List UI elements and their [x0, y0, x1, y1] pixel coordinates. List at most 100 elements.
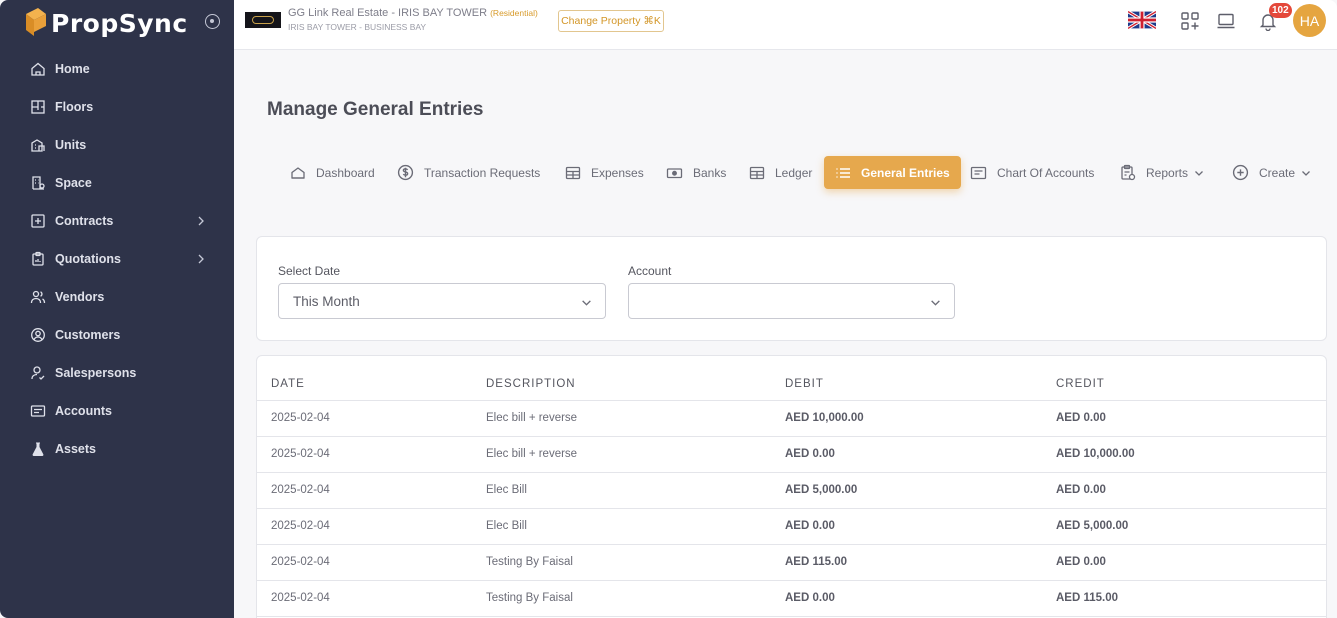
table-row[interactable]: 2025-02-04 Testing By Faisal AED 0.00 AE…: [257, 580, 1326, 617]
column-header-credit[interactable]: CREDIT: [1056, 356, 1326, 401]
sidebar-item-space[interactable]: Space: [0, 164, 234, 202]
tab-label: Dashboard: [316, 165, 375, 180]
tab-label: General Entries: [861, 165, 950, 180]
tab-label: Chart Of Accounts: [997, 165, 1095, 180]
tab-create[interactable]: Create: [1224, 156, 1319, 189]
sidebar-item-home[interactable]: Home: [0, 50, 234, 88]
sidebar-item-label: Accounts: [55, 404, 112, 418]
row-debit: AED 115.00: [785, 544, 1056, 581]
plus-circle-icon: [1232, 164, 1249, 181]
table-icon: [749, 166, 765, 179]
chevron-down-icon: [1302, 170, 1310, 176]
sidebar-item-vendors[interactable]: Vendors: [0, 278, 234, 316]
table-row[interactable]: 2025-02-04 Elec bill + reverse AED 0.00 …: [257, 436, 1326, 473]
tab-label: Ledger: [775, 165, 813, 180]
avatar[interactable]: HA: [1293, 4, 1326, 37]
brand[interactable]: PropSync: [24, 5, 188, 41]
uk-flag-icon[interactable]: [1128, 11, 1156, 29]
dollar-icon: [397, 164, 414, 181]
date-select-value: This Month: [293, 293, 360, 309]
table-row[interactable]: 2025-02-04 Elec Bill AED 5,000.00 AED 0.…: [257, 472, 1326, 509]
clipboard-icon: [1121, 164, 1136, 181]
row-credit: AED 10,000.00: [1056, 436, 1326, 473]
chevron-down-icon: [582, 300, 591, 306]
table-header-row: DATE DESCRIPTION DEBIT CREDIT: [257, 356, 1326, 401]
sidebar-item-quotations[interactable]: Quotations: [0, 240, 234, 278]
tab-reports[interactable]: Reports: [1112, 156, 1212, 189]
tab-dashboard[interactable]: Dashboard: [282, 156, 383, 189]
sidebar-item-label: Quotations: [55, 252, 121, 266]
chevron-right-icon: [198, 216, 204, 226]
sidebar-item-label: Vendors: [55, 290, 105, 304]
property-location: IRIS BAY TOWER - BUSINESS BAY: [288, 22, 427, 32]
column-header-date[interactable]: DATE: [257, 356, 486, 401]
sidebar-item-label: Floors: [55, 100, 94, 114]
tab-chart-of-accounts[interactable]: Chart Of Accounts: [962, 156, 1102, 189]
column-header-debit[interactable]: DEBIT: [785, 356, 1056, 401]
tab-label: Expenses: [591, 165, 644, 180]
column-header-description[interactable]: DESCRIPTION: [486, 356, 785, 401]
sidebar-item-label: Space: [55, 176, 92, 190]
row-date: 2025-02-04: [257, 472, 486, 509]
change-property-button[interactable]: Change Property ⌘K: [558, 10, 664, 32]
tab-label: Banks: [693, 165, 727, 180]
property-name: GG Link Real Estate - IRIS BAY TOWER (Res…: [288, 7, 538, 19]
row-credit: AED 0.00: [1056, 544, 1326, 581]
property-type-badge: (Residential): [490, 8, 538, 18]
sidebar-item-units[interactable]: Units: [0, 126, 234, 164]
account-select[interactable]: [628, 283, 955, 319]
tab-ledger[interactable]: Ledger: [741, 156, 820, 189]
sidebar-item-salespersons[interactable]: Salespersons: [0, 354, 234, 392]
sidebar-item-label: Assets: [55, 442, 96, 456]
laptop-icon[interactable]: [1216, 11, 1236, 31]
row-debit: AED 0.00: [785, 436, 1056, 473]
floors-icon: [29, 98, 47, 116]
contracts-icon: [29, 212, 47, 230]
chevron-right-icon: [198, 254, 204, 264]
table-icon: [565, 166, 581, 179]
table-row[interactable]: 2025-02-04 Elec bill + reverse AED 10,00…: [257, 400, 1326, 437]
app-window: PropSync Home Floors Units Space Contrac…: [0, 0, 1337, 618]
sidebar-item-accounts[interactable]: Accounts: [0, 392, 234, 430]
salespersons-icon: [29, 364, 47, 382]
row-debit: AED 0.00: [785, 508, 1056, 545]
row-debit: AED 5,000.00: [785, 472, 1056, 509]
table-row[interactable]: 2025-02-04 Testing By Faisal AED 115.00 …: [257, 544, 1326, 581]
row-description: Testing By Faisal: [486, 544, 785, 581]
accounts-icon: [29, 402, 47, 420]
dashboard-icon: [291, 166, 305, 179]
tab-transaction-requests[interactable]: Transaction Requests: [389, 156, 548, 189]
property-logo: [245, 12, 281, 28]
tab-label: Transaction Requests: [424, 165, 541, 180]
tab-label: Create: [1259, 165, 1296, 180]
property-title: GG Link Real Estate - IRIS BAY TOWER: [288, 7, 488, 19]
sidebar-item-floors[interactable]: Floors: [0, 88, 234, 126]
sidebar-item-label: Contracts: [55, 214, 114, 228]
propsync-logo-icon: [26, 8, 46, 36]
sidebar-item-label: Customers: [55, 328, 121, 342]
row-description: Testing By Faisal: [486, 580, 785, 617]
row-description: Elec bill + reverse: [486, 436, 785, 473]
chevron-down-icon: [1195, 170, 1203, 176]
row-date: 2025-02-04: [257, 508, 486, 545]
row-description: Elec Bill: [486, 472, 785, 509]
row-description: Elec Bill: [486, 508, 785, 545]
banknote-icon: [666, 167, 683, 178]
tab-general-entries[interactable]: General Entries: [824, 156, 961, 189]
tab-banks[interactable]: Banks: [658, 156, 734, 189]
sidebar-item-label: Units: [55, 138, 87, 152]
table-row[interactable]: 2025-02-04 Elec Bill AED 0.00 AED 5,000.…: [257, 508, 1326, 545]
row-date: 2025-02-04: [257, 580, 486, 617]
sidebar-item-customers[interactable]: Customers: [0, 316, 234, 354]
sidebar-item-assets[interactable]: Assets: [0, 430, 234, 468]
sidebar-toggle-icon[interactable]: [205, 14, 220, 29]
page-title: Manage General Entries: [267, 99, 484, 120]
sidebar-item-contracts[interactable]: Contracts: [0, 202, 234, 240]
tab-expenses[interactable]: Expenses: [557, 156, 652, 189]
row-date: 2025-02-04: [257, 544, 486, 581]
date-select[interactable]: This Month: [278, 283, 606, 319]
tab-label: Reports: [1146, 165, 1189, 180]
apps-add-icon[interactable]: [1180, 11, 1200, 31]
vendors-icon: [29, 288, 47, 306]
assets-icon: [29, 440, 47, 458]
